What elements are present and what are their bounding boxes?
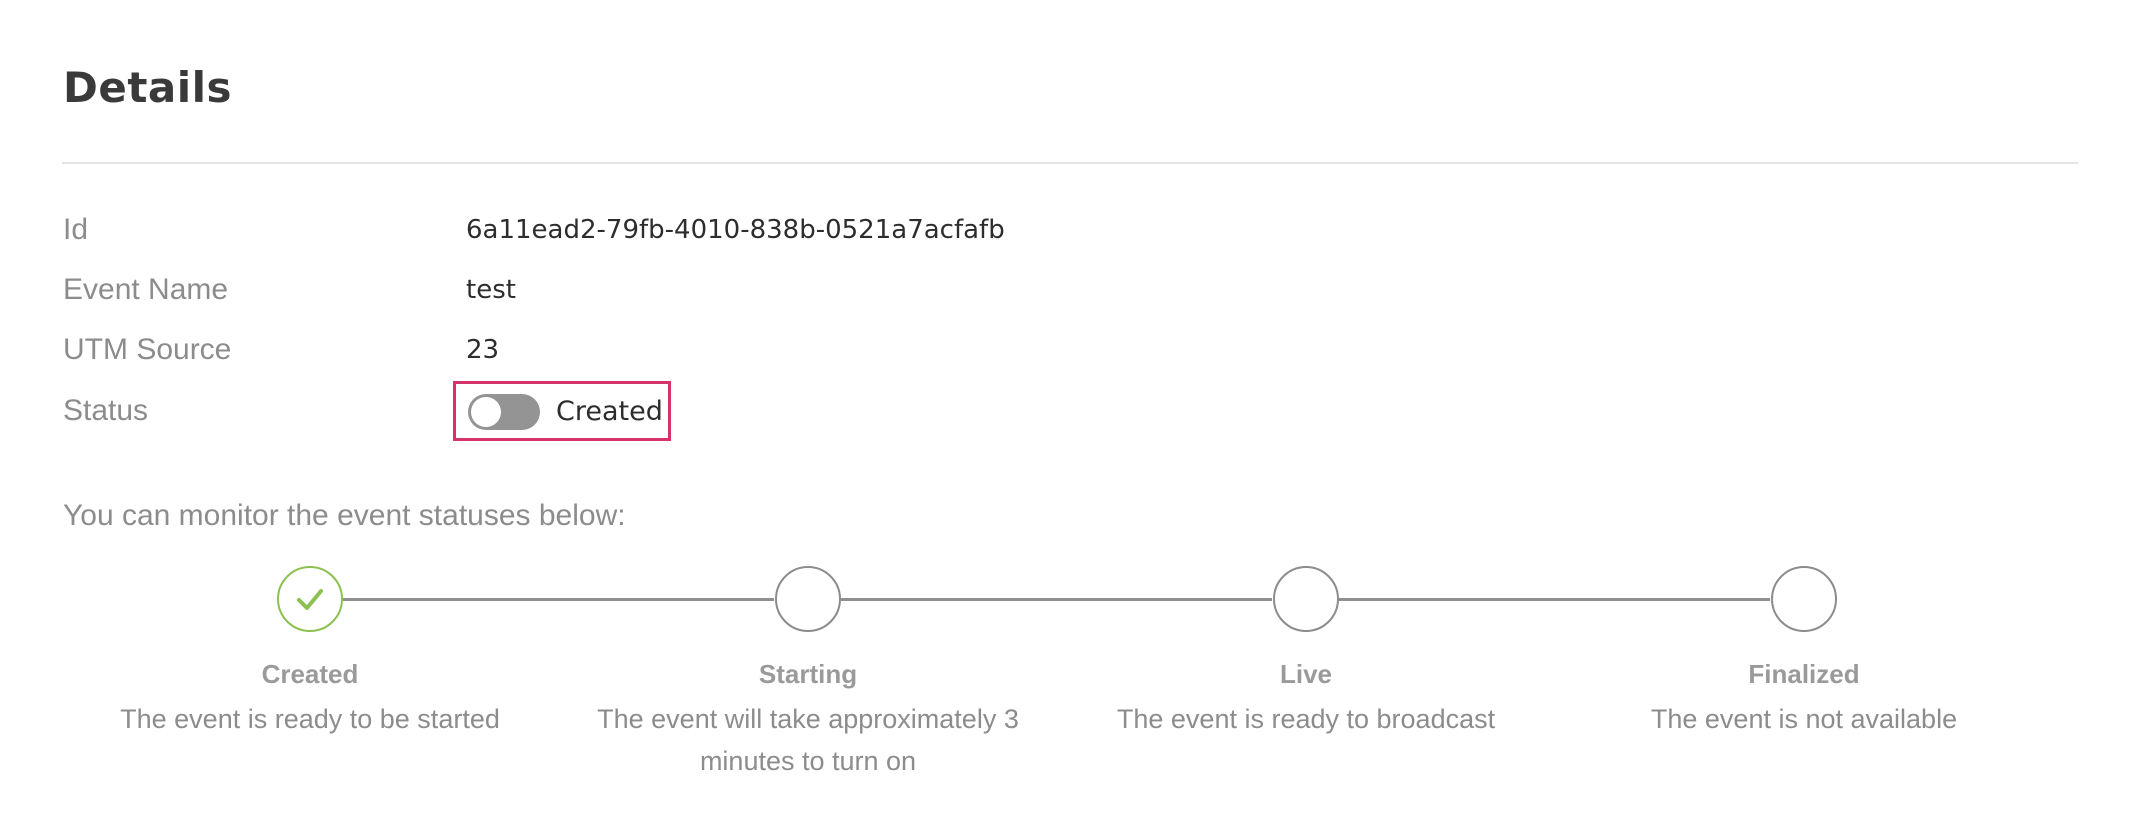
checkmark-icon bbox=[297, 589, 323, 610]
status-toggle[interactable] bbox=[468, 394, 540, 430]
id-label: Id bbox=[63, 213, 89, 246]
toggle-knob bbox=[471, 397, 501, 427]
step-connector bbox=[1339, 598, 1770, 601]
step-connector bbox=[841, 598, 1272, 601]
status-value: Created bbox=[556, 396, 663, 427]
field-row-event-name: Event Name test bbox=[0, 270, 1200, 310]
utm-source-value: 23 bbox=[466, 335, 500, 365]
step-connector bbox=[343, 598, 774, 601]
step-created-description: The event is ready to be started bbox=[120, 704, 500, 734]
step-live-circle bbox=[1273, 566, 1339, 632]
event-name-label: Event Name bbox=[63, 273, 229, 306]
details-page: Details Id 6a11ead2-79fb-4010-838b-0521a… bbox=[0, 0, 2130, 836]
step-created-name: Created bbox=[261, 659, 359, 689]
step-starting-name: Starting bbox=[758, 659, 858, 689]
event-name-value: test bbox=[466, 275, 516, 305]
step-live-name: Live bbox=[1279, 659, 1333, 689]
status-control: Created bbox=[453, 381, 671, 441]
field-row-utm-source: UTM Source 23 bbox=[0, 330, 1200, 370]
field-row-id: Id 6a11ead2-79fb-4010-838b-0521a7acfafb bbox=[0, 210, 1200, 250]
step-finalized-circle bbox=[1771, 566, 1837, 632]
step-created-circle bbox=[277, 566, 343, 632]
step-starting-circle bbox=[775, 566, 841, 632]
id-value: 6a11ead2-79fb-4010-838b-0521a7acfafb bbox=[466, 215, 1005, 245]
step-live-description: The event is ready to broadcast bbox=[1116, 704, 1496, 734]
step-finalized-name: Finalized bbox=[1748, 659, 1860, 689]
step-starting-description: The event will take approximately 3 minu… bbox=[597, 704, 1019, 776]
status-label: Status bbox=[63, 394, 149, 427]
utm-source-label: UTM Source bbox=[63, 333, 232, 366]
step-finalized-description: The event is not available bbox=[1650, 704, 1958, 734]
page-title: Details bbox=[63, 63, 233, 112]
monitor-hint: You can monitor the event statuses below… bbox=[63, 499, 626, 532]
title-divider bbox=[62, 162, 2078, 164]
